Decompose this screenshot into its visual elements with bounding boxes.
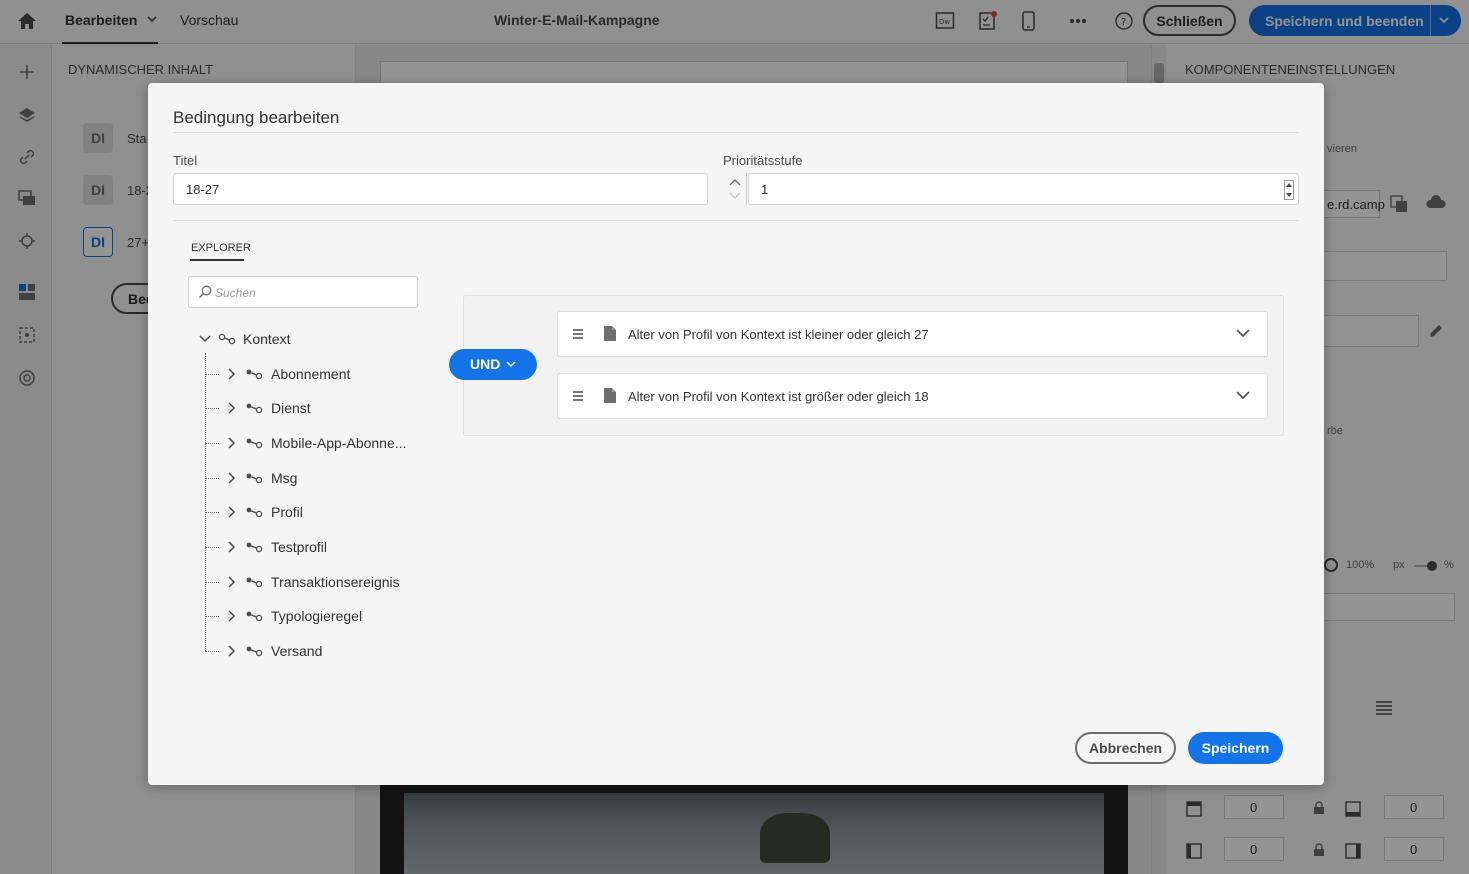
tree-node[interactable]: Mobile-App-Abonne...: [205, 433, 425, 453]
tree-node[interactable]: Profil: [205, 502, 425, 522]
drag-handle-icon[interactable]: [572, 327, 584, 341]
tree-node[interactable]: Versand: [205, 641, 425, 661]
tree-node[interactable]: Msg: [205, 468, 425, 488]
relation-icon: [246, 577, 263, 588]
tree-node-label: Abonnement: [271, 366, 351, 382]
chevron-right-icon[interactable]: [226, 645, 236, 657]
tree-node-label: Testprofil: [271, 539, 328, 555]
chevron-right-icon[interactable]: [226, 368, 236, 380]
tree-node-label: Msg: [271, 470, 298, 486]
chevron-down-icon[interactable]: [1236, 328, 1250, 338]
relation-icon: [246, 473, 263, 484]
tree-connector: [205, 582, 219, 583]
tree-connector: [205, 547, 219, 548]
tree-node-label: Dienst: [271, 400, 311, 416]
relation-icon: [246, 507, 263, 518]
tree-node-label: Kontext: [243, 331, 291, 347]
tree-node[interactable]: Typologieregel: [205, 606, 425, 626]
tree-connector: [205, 408, 219, 409]
title-field-label: Titel: [173, 153, 198, 168]
drag-handle-icon[interactable]: [572, 389, 584, 403]
tree-node[interactable]: Dienst: [205, 398, 425, 418]
chevron-right-icon[interactable]: [226, 472, 236, 484]
tree-node[interactable]: Abonnement: [205, 364, 425, 384]
chevron-right-icon[interactable]: [226, 610, 236, 622]
relation-icon: [218, 333, 236, 345]
tree-node-label: Transaktionsereignis: [271, 574, 400, 590]
relation-icon: [246, 403, 263, 414]
tree-node-label: Typologieregel: [271, 608, 363, 624]
chevron-right-icon[interactable]: [226, 541, 236, 553]
tree-connector: [205, 651, 219, 652]
chevron-right-icon[interactable]: [226, 437, 236, 449]
condition-text: Alter von Profil von Kontext ist kleiner…: [628, 327, 929, 342]
relation-icon: [246, 611, 263, 622]
condition-text: Alter von Profil von Kontext ist größer …: [628, 389, 929, 404]
priority-field-label: Prioritätsstufe: [723, 153, 803, 168]
document-icon: [604, 388, 616, 403]
edit-condition-dialog: Bedingung bearbeiten Titel 18-27 Priorit…: [148, 83, 1324, 785]
dialog-title: Bedingung bearbeiten: [173, 108, 340, 127]
tree-node-label: Mobile-App-Abonne...: [271, 435, 407, 451]
tree-connector: [205, 616, 219, 617]
condition-item[interactable]: Alter von Profil von Kontext ist größer …: [557, 373, 1268, 419]
operator-dropdown[interactable]: UND: [449, 349, 537, 380]
tab-explorer[interactable]: EXPLORER: [191, 242, 251, 254]
tree-connector: [205, 478, 219, 479]
tree-connector: [205, 512, 219, 513]
tree-connector: [205, 443, 219, 444]
chevron-down-icon[interactable]: [198, 333, 212, 345]
cancel-button[interactable]: Abbrechen: [1075, 732, 1176, 764]
priority-reorder-icon[interactable]: [723, 173, 747, 205]
divider: [173, 132, 1299, 133]
tree-node-label: Profil: [271, 504, 303, 520]
number-stepper-icon[interactable]: [1284, 180, 1294, 200]
search-icon: [198, 285, 212, 299]
chevron-right-icon[interactable]: [226, 402, 236, 414]
divider: [173, 220, 1299, 221]
relation-icon: [246, 646, 263, 657]
search-input[interactable]: Suchen: [188, 276, 418, 308]
chevron-down-icon: [506, 361, 516, 368]
relation-icon: [246, 438, 263, 449]
tree-node[interactable]: Testprofil: [205, 537, 425, 557]
title-input[interactable]: 18-27: [173, 173, 708, 205]
priority-input[interactable]: 1: [748, 173, 1299, 205]
tree-connector: [205, 374, 219, 375]
search-placeholder: Suchen: [215, 286, 256, 300]
tree-node[interactable]: Transaktionsereignis: [205, 572, 425, 592]
chevron-right-icon[interactable]: [226, 576, 236, 588]
operator-label: UND: [470, 356, 501, 372]
tree-node-label: Versand: [271, 643, 323, 659]
chevron-down-icon[interactable]: [1236, 390, 1250, 400]
condition-item[interactable]: Alter von Profil von Kontext ist kleiner…: [557, 311, 1268, 357]
active-tab-indicator: [190, 259, 244, 261]
relation-icon: [246, 542, 263, 553]
chevron-right-icon[interactable]: [226, 506, 236, 518]
relation-icon: [246, 369, 263, 380]
document-icon: [604, 326, 616, 341]
save-button[interactable]: Speichern: [1188, 732, 1283, 764]
priority-value: 1: [761, 182, 769, 197]
